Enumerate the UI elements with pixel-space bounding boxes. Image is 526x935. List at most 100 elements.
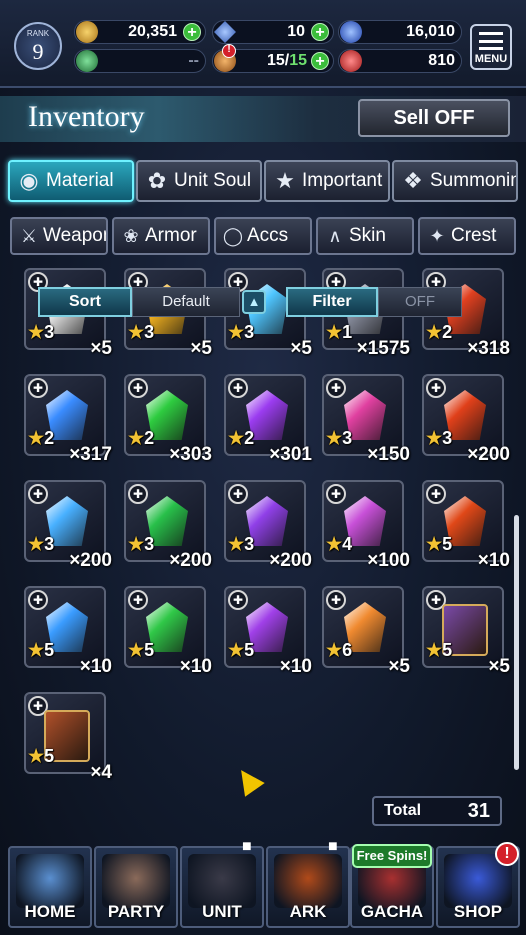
- lock-icon: ✚: [326, 484, 346, 504]
- nav-ark-button[interactable]: ARK: [266, 846, 350, 928]
- add-gil-button[interactable]: +: [183, 23, 201, 41]
- bag-icon: ◉: [19, 168, 39, 193]
- filter-value[interactable]: OFF: [378, 287, 462, 317]
- tab-label: Summoning: [430, 170, 516, 191]
- hamburger-icon: [479, 32, 503, 50]
- item-quantity: ×301: [269, 444, 312, 465]
- sell-toggle-button[interactable]: Sell OFF: [358, 99, 510, 137]
- nav-unit-button[interactable]: UNIT: [180, 846, 264, 928]
- blue-orb-icon: [340, 21, 362, 43]
- padlock-icon: ■: [328, 838, 338, 855]
- soul-icon: ✿: [147, 168, 167, 193]
- stamina-counter: --: [74, 49, 206, 73]
- red-orb-icon: [340, 50, 362, 72]
- nav-label: ARK: [289, 902, 327, 921]
- tab-summoning[interactable]: ❖ Summoning: [392, 160, 518, 202]
- nav-home-button[interactable]: HOME: [8, 846, 92, 928]
- blue-crystal-icon: [214, 21, 236, 43]
- nav-party-button[interactable]: PARTY: [94, 846, 178, 928]
- subtab-label: Crest: [451, 225, 497, 246]
- item-quantity: ×150: [367, 444, 410, 465]
- nav-art-icon: [16, 854, 84, 908]
- lock-icon: ✚: [228, 590, 248, 610]
- subtab-label: Accs: [247, 225, 289, 246]
- energy-max: 15: [289, 52, 307, 69]
- rank-badge[interactable]: RANK 9: [14, 22, 62, 70]
- energy-value: 15/: [266, 52, 290, 69]
- item-quantity: ×200: [269, 550, 312, 571]
- nav-label: SHOP: [453, 902, 503, 921]
- top-status-bar: RANK 9 20,351 + 10 + 16,010 -- 15/15 + !…: [0, 0, 526, 88]
- item-quantity: ×200: [69, 550, 112, 571]
- tab-unit-soul[interactable]: ✿ Unit Soul: [136, 160, 262, 202]
- item-quantity: ×5: [388, 656, 410, 677]
- total-label: Total: [384, 802, 422, 819]
- lock-icon: ✚: [326, 590, 346, 610]
- subtab-accs[interactable]: ◯ Accs: [214, 217, 312, 255]
- lock-icon: ✚: [426, 378, 446, 398]
- sword-icon: [76, 50, 98, 72]
- nav-label: GACHA: [360, 902, 424, 921]
- menu-button[interactable]: MENU: [470, 24, 512, 70]
- lapis-counter: 10 +: [212, 20, 334, 44]
- item-quantity: ×303: [169, 444, 212, 465]
- lock-icon: ✚: [326, 378, 346, 398]
- item-quantity: ×1575: [356, 338, 410, 359]
- filter-button[interactable]: Filter: [286, 287, 378, 317]
- add-energy-button[interactable]: +: [311, 52, 329, 70]
- lock-icon: ✚: [128, 590, 148, 610]
- subtab-armor[interactable]: ❀ Armor: [112, 217, 210, 255]
- sword-icon: ⚔: [20, 226, 38, 246]
- tab-material[interactable]: ◉ Material: [8, 160, 134, 202]
- nav-label: PARTY: [107, 902, 165, 921]
- item-quantity: ×10: [179, 656, 212, 677]
- sort-button[interactable]: Sort: [38, 287, 132, 317]
- lock-icon: ✚: [28, 590, 48, 610]
- add-lapis-button[interactable]: +: [311, 23, 329, 41]
- lock-icon: ✚: [128, 484, 148, 504]
- item-quantity: ×10: [279, 656, 312, 677]
- subtab-weapon[interactable]: ⚔ Weapon: [10, 217, 108, 255]
- item-quantity: ×200: [169, 550, 212, 571]
- armor-icon: ❀: [123, 226, 139, 246]
- item-quantity: ×5: [90, 338, 112, 359]
- lock-icon: ✚: [128, 378, 148, 398]
- stamina-value: --: [188, 52, 199, 69]
- item-quantity: ×200: [467, 444, 510, 465]
- blue-orb-value: 16,010: [406, 23, 455, 40]
- gil-counter: 20,351 +: [74, 20, 206, 44]
- tab-important[interactable]: ★ Important: [264, 160, 390, 202]
- nav-art-icon: [102, 854, 170, 908]
- total-value: 31: [467, 799, 490, 822]
- red-orb-value: 810: [428, 52, 455, 69]
- item-quantity: ×10: [477, 550, 510, 571]
- subtab-skin[interactable]: ∧ Skin: [316, 217, 414, 255]
- subtab-label: Skin: [349, 225, 386, 246]
- subtab-crest[interactable]: ✦ Crest: [418, 217, 516, 255]
- item-quantity: ×100: [367, 550, 410, 571]
- sort-value[interactable]: Default: [132, 287, 240, 317]
- lock-icon: ✚: [28, 378, 48, 398]
- item-quantity: ×318: [467, 338, 510, 359]
- red-orb-counter: 810: [338, 49, 462, 73]
- item-quantity: ×317: [69, 444, 112, 465]
- lock-icon: ✚: [228, 378, 248, 398]
- total-counter: Total 31: [372, 796, 502, 826]
- gil-value: 20,351: [128, 23, 177, 40]
- shop-alert-badge: !: [495, 842, 519, 866]
- gil-coin-icon: [76, 21, 98, 43]
- sort-filter-bar: Sort Default ▲ Filter OFF: [34, 285, 474, 319]
- rank-value: 9: [32, 39, 44, 64]
- scrollbar[interactable]: [514, 515, 519, 770]
- lock-icon: ✚: [228, 484, 248, 504]
- nav-art-icon: [188, 854, 256, 908]
- tab-label: Material: [46, 170, 114, 191]
- padlock-icon: ■: [242, 838, 252, 855]
- free-spins-badge: Free Spins!: [352, 844, 432, 868]
- nav-label: UNIT: [202, 902, 242, 921]
- star-icon: ★: [275, 168, 295, 193]
- sort-direction-icon[interactable]: ▲: [242, 290, 266, 314]
- item-quantity: ×5: [290, 338, 312, 359]
- subtab-label: Weapon: [43, 225, 108, 246]
- nav-art-icon: [274, 854, 342, 908]
